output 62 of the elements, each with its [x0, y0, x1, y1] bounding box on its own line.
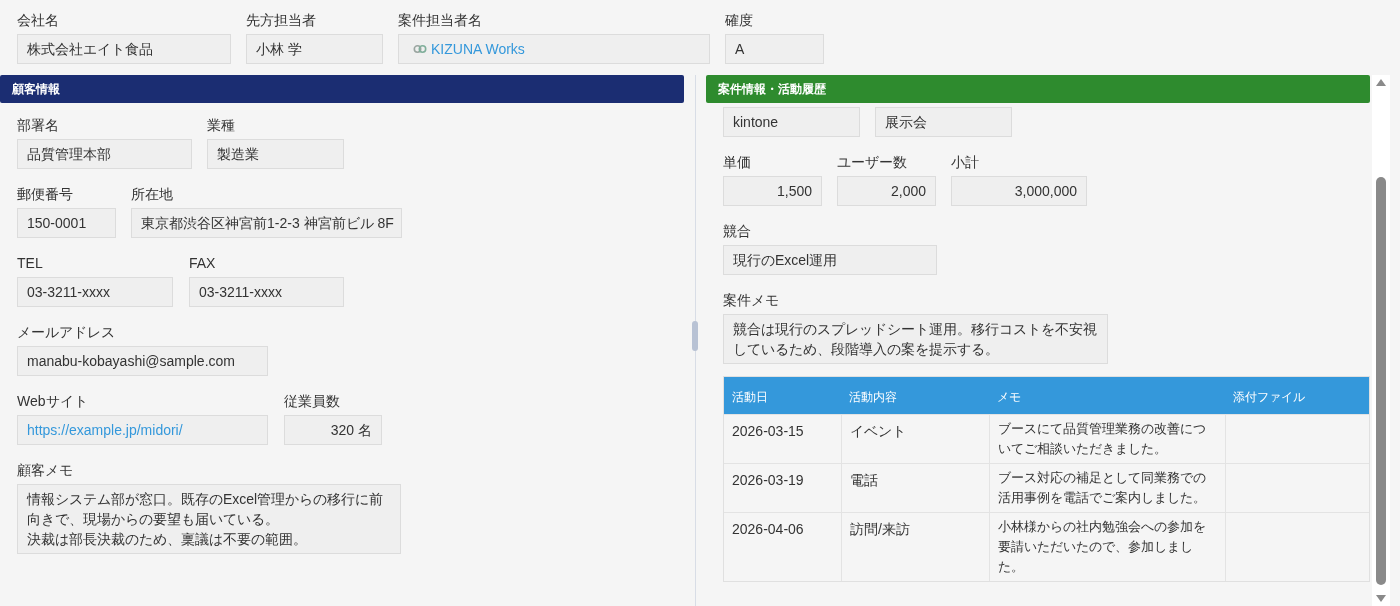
- value-field: 品質管理本部: [17, 139, 192, 169]
- column-header: 活動日: [732, 389, 768, 404]
- field-label: 顧客メモ: [17, 461, 74, 480]
- table-cell-text: 2026-04-06: [731, 520, 805, 539]
- table-cell-text: 2026-03-15: [731, 422, 805, 441]
- table-cell: 小林様からの社内勉強会への参加を要請いただいたので、参加しました。: [989, 513, 1225, 581]
- field-label: Webサイト: [17, 392, 89, 411]
- scroll-down-icon[interactable]: [1376, 595, 1386, 602]
- field-label: TEL: [17, 254, 44, 273]
- field-label: 郵便番号: [17, 185, 74, 204]
- table-cell: 電話: [841, 464, 989, 512]
- memo-text: 競合は現行のスプレッドシート運用。移行コストを不安視しているため、段階導入の案を提示する。: [733, 320, 1098, 359]
- field-label: 従業員数: [284, 392, 341, 411]
- linked-rings-icon: [413, 44, 427, 54]
- field-label: 案件メモ: [723, 291, 780, 310]
- scrollbar[interactable]: [1372, 75, 1390, 606]
- field-label: 部署名: [17, 116, 60, 135]
- value-field: 150-0001: [17, 208, 116, 238]
- scroll-thumb[interactable]: [1376, 176, 1386, 585]
- value-field: 小林 学: [246, 34, 383, 64]
- field-label: ユーザー数: [837, 153, 908, 172]
- field-label: 確度: [725, 11, 754, 30]
- scroll-up-icon[interactable]: [1376, 79, 1386, 86]
- field-label: 会社名: [17, 11, 60, 30]
- table-cell: イベント: [841, 415, 989, 463]
- field-label: 業種: [207, 116, 236, 135]
- value-field: 3,000,000: [951, 176, 1087, 206]
- value-field: 現行のExcel運用: [723, 245, 937, 275]
- column-header: メモ: [997, 389, 1021, 404]
- memo-text: 決裁は部長決裁のため、稟議は不要の範囲。: [27, 530, 308, 549]
- value-field: 展示会: [875, 107, 1012, 137]
- section-header: 案件情報・活動履歴: [706, 75, 1370, 103]
- field-label: 小計: [951, 153, 980, 172]
- value-field: A: [725, 34, 824, 64]
- website-link[interactable]: https://example.jp/midori/: [27, 419, 183, 441]
- column-header: 添付ファイル: [1233, 389, 1305, 404]
- table-cell: ブースにて品質管理業務の改善についてご相談いただきました。: [989, 415, 1225, 463]
- field-label: 所在地: [131, 185, 174, 204]
- splitter-handle[interactable]: [692, 321, 698, 351]
- value-field: 製造業: [207, 139, 344, 169]
- section-header: 顧客情報: [0, 75, 684, 103]
- table-cell: ブース対応の補足として同業務での活用事例を電話でご案内しました。: [989, 464, 1225, 512]
- value-field: 2,000: [837, 176, 936, 206]
- value-field: 03-3211-xxxx: [189, 277, 344, 307]
- field-label: メールアドレス: [17, 323, 116, 342]
- field-label: 先方担当者: [246, 11, 317, 30]
- value-field: 03-3211-xxxx: [17, 277, 173, 307]
- field-label: 競合: [723, 222, 752, 241]
- memo-text: 情報システム部が窓口。既存のExcel管理からの移行に前向きで、現場からの要望も届いている。: [27, 490, 385, 529]
- value-field: 東京都渋谷区神宮前1-2-3 神宮前ビル 8F: [131, 208, 402, 238]
- field-label: 案件担当者名: [398, 11, 483, 30]
- field-label: 単価: [723, 153, 752, 172]
- value-field: 320 名: [284, 415, 382, 445]
- user-link[interactable]: KIZUNA Works: [431, 38, 525, 60]
- value-field: manabu-kobayashi@sample.com: [17, 346, 268, 376]
- field-label: FAX: [189, 254, 217, 273]
- value-field: 1,500: [723, 176, 822, 206]
- table-cell: 訪問/来訪: [841, 513, 989, 581]
- value-field: 株式会社エイト食品: [17, 34, 231, 64]
- value-field: kintone: [723, 107, 860, 137]
- column-header: 活動内容: [849, 389, 897, 404]
- table-cell-text: 2026-03-19: [731, 471, 805, 490]
